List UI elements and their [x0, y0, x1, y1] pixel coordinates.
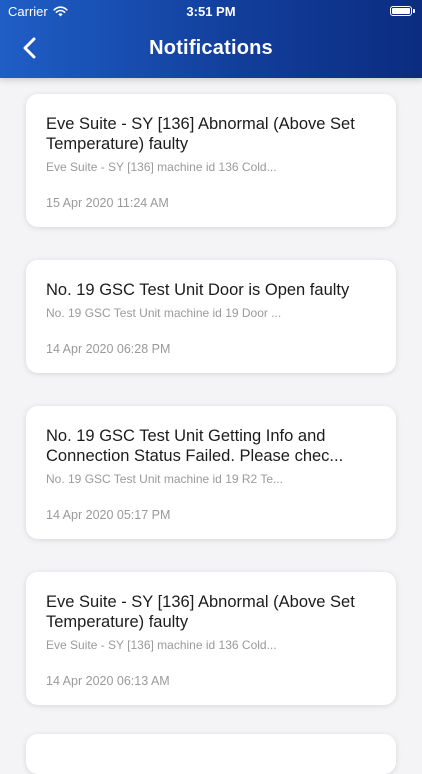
notification-subtitle: No. 19 GSC Test Unit machine id 19 Door …	[46, 306, 282, 320]
notification-title: Eve Suite - SY [136] Abnormal (Above Set…	[46, 115, 355, 153]
status-bar: Carrier 3:51 PM	[0, 0, 422, 24]
notification-subtitle: Eve Suite - SY [136] machine id 136 Cold…	[46, 160, 277, 174]
notification-card[interactable]: No. 19 GSC Test Unit Getting Info and Co…	[26, 406, 396, 539]
notification-card-partial[interactable]	[26, 734, 396, 774]
notification-title: No. 19 GSC Test Unit Getting Info and Co…	[46, 427, 344, 465]
battery-icon	[390, 6, 415, 16]
notification-date: 14 Apr 2020 05:17 PM	[46, 508, 171, 522]
notification-subtitle: No. 19 GSC Test Unit machine id 19 R2 Te…	[46, 472, 284, 486]
notification-title: No. 19 GSC Test Unit Door is Open faulty	[46, 281, 350, 299]
notification-date: 14 Apr 2020 06:28 PM	[46, 342, 171, 356]
status-time: 3:51 PM	[186, 4, 236, 19]
notification-title: Eve Suite - SY [136] Abnormal (Above Set…	[46, 593, 355, 631]
page-title: Notifications	[149, 37, 273, 59]
notification-date: 15 Apr 2020 11:24 AM	[46, 196, 169, 210]
notification-card[interactable]: No. 19 GSC Test Unit Door is Open faulty…	[26, 260, 396, 373]
notification-date: 14 Apr 2020 06:13 AM	[46, 674, 170, 688]
notification-card[interactable]: Eve Suite - SY [136] Abnormal (Above Set…	[26, 94, 396, 227]
notification-subtitle: Eve Suite - SY [136] machine id 136 Cold…	[46, 638, 277, 652]
nav-header: Carrier 3:51 PM Notifications	[0, 0, 422, 78]
notification-card[interactable]: Eve Suite - SY [136] Abnormal (Above Set…	[26, 572, 396, 705]
